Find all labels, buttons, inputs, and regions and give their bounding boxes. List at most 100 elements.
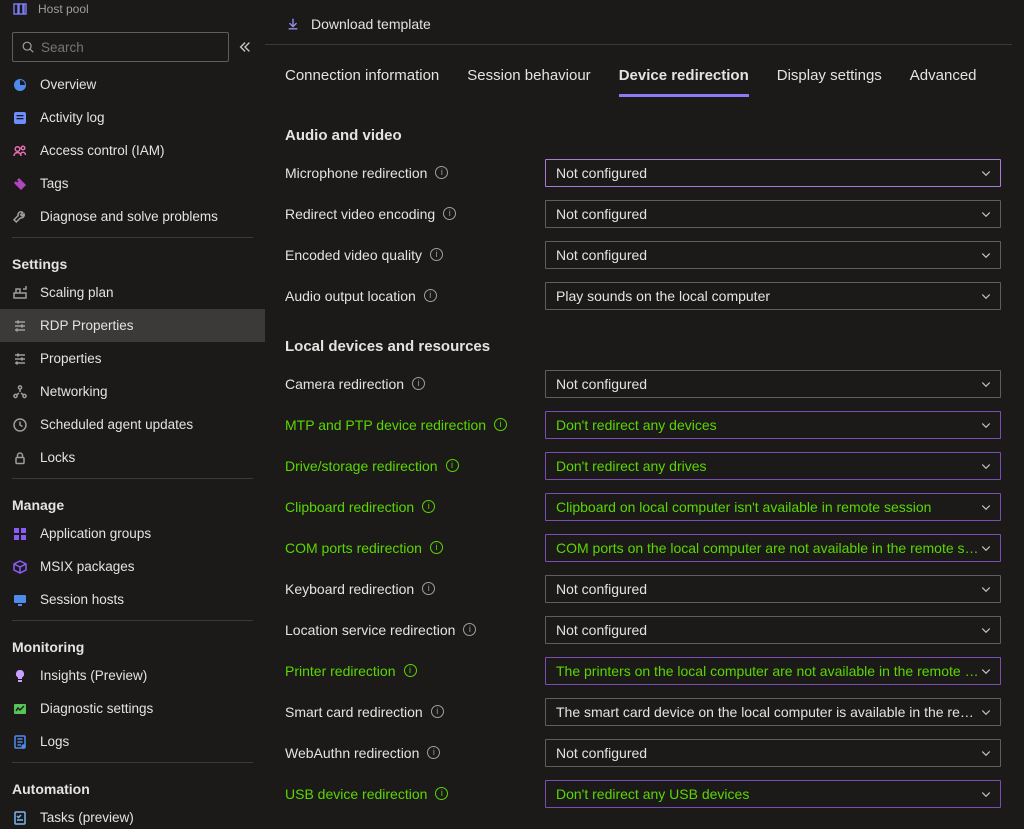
info-icon[interactable]: i (424, 289, 437, 302)
sidebar-search[interactable] (12, 32, 229, 62)
apps-icon (12, 526, 28, 542)
info-icon[interactable]: i (430, 248, 443, 261)
sidebar-item-label: Properties (40, 351, 102, 366)
sidebar-item-label: Activity log (40, 110, 105, 125)
info-icon[interactable]: i (443, 207, 456, 220)
dropdown[interactable]: Play sounds on the local computer (545, 282, 1001, 310)
info-icon[interactable]: i (412, 377, 425, 390)
sidebar-item[interactable]: Diagnostic settings (0, 692, 265, 725)
sidebar-item[interactable]: Overview (0, 68, 265, 101)
dropdown-value: Not configured (556, 376, 980, 392)
form-label: Keyboard redirectioni (285, 581, 545, 597)
dropdown[interactable]: Clipboard on local computer isn't availa… (545, 493, 1001, 521)
dropdown-value: Not configured (556, 622, 980, 638)
dropdown[interactable]: The printers on the local computer are n… (545, 657, 1001, 685)
tab[interactable]: Advanced (910, 67, 977, 97)
breadcrumb: Host pool (0, 0, 265, 24)
info-icon[interactable]: i (435, 166, 448, 179)
form-label: Printer redirectioni (285, 663, 545, 679)
chevron-down-icon (980, 208, 992, 220)
dropdown-value: Not configured (556, 206, 980, 222)
dropdown[interactable]: Not configured (545, 616, 1001, 644)
info-icon[interactable]: i (422, 582, 435, 595)
form-label: Microphone redirectioni (285, 165, 545, 181)
sidebar-item-label: RDP Properties (40, 318, 134, 333)
info-icon[interactable]: i (430, 541, 443, 554)
info-icon[interactable]: i (404, 664, 417, 677)
sidebar-item[interactable]: Networking (0, 375, 265, 408)
info-icon[interactable]: i (422, 500, 435, 513)
sidebar-item[interactable]: Application groups (0, 517, 265, 550)
info-icon[interactable]: i (427, 746, 440, 759)
dropdown[interactable]: Don't redirect any devices (545, 411, 1001, 439)
form-row: Drive/storage redirectioniDon't redirect… (285, 445, 1012, 486)
dropdown-value: Play sounds on the local computer (556, 288, 980, 304)
dropdown[interactable]: Not configured (545, 200, 1001, 228)
dropdown[interactable]: Not configured (545, 159, 1001, 187)
sidebar-item[interactable]: Locks (0, 441, 265, 474)
dropdown[interactable]: Don't redirect any drives (545, 452, 1001, 480)
info-icon[interactable]: i (431, 705, 444, 718)
hostpool-icon (12, 1, 28, 17)
sidebar-item[interactable]: Access control (IAM) (0, 134, 265, 167)
info-icon[interactable]: i (494, 418, 507, 431)
command-bar: Download template (265, 0, 1012, 45)
sidebar-item[interactable]: MSIX packages (0, 550, 265, 583)
chevron-down-icon (980, 378, 992, 390)
tab[interactable]: Display settings (777, 67, 882, 97)
lock-icon (12, 450, 28, 466)
sidebar-item[interactable]: Session hosts (0, 583, 265, 616)
dropdown[interactable]: Not configured (545, 575, 1001, 603)
form-label: Smart card redirectioni (285, 704, 545, 720)
clock-icon (12, 417, 28, 433)
info-icon[interactable]: i (446, 459, 459, 472)
info-icon[interactable]: i (435, 787, 448, 800)
sidebar-item[interactable]: Tasks (preview) (0, 801, 265, 829)
dropdown-value: Not configured (556, 165, 980, 181)
form-label: Audio output locationi (285, 288, 545, 304)
sidebar-item[interactable]: Scaling plan (0, 276, 265, 309)
sidebar-item[interactable]: Logs (0, 725, 265, 758)
tab[interactable]: Device redirection (619, 67, 749, 97)
tasks-icon (12, 810, 28, 826)
sidebar-item[interactable]: Diagnose and solve problems (0, 200, 265, 233)
chevron-down-icon (980, 583, 992, 595)
chevron-down-icon (980, 665, 992, 677)
dropdown[interactable]: COM ports on the local computer are not … (545, 534, 1001, 562)
dropdown[interactable]: Not configured (545, 370, 1001, 398)
sidebar-item[interactable]: RDP Properties (0, 309, 265, 342)
form-row: WebAuthn redirectioniNot configured (285, 732, 1012, 773)
dropdown-value: Don't redirect any devices (556, 417, 980, 433)
dropdown[interactable]: The smart card device on the local compu… (545, 698, 1001, 726)
sidebar-section-title: Settings (0, 242, 265, 276)
scale-icon (12, 285, 28, 301)
dropdown[interactable]: Don't redirect any USB devices (545, 780, 1001, 808)
sidebar-collapse-button[interactable] (237, 34, 253, 60)
dropdown[interactable]: Not configured (545, 241, 1001, 269)
chevron-double-left-icon (238, 40, 252, 54)
download-template-button[interactable]: Download template (311, 16, 431, 32)
sliders-icon (12, 318, 28, 334)
sidebar-item[interactable]: Activity log (0, 101, 265, 134)
sidebar-item-label: MSIX packages (40, 559, 135, 574)
sidebar-item[interactable]: Scheduled agent updates (0, 408, 265, 441)
divider (12, 620, 253, 621)
form-label: WebAuthn redirectioni (285, 745, 545, 761)
main-content: Download template Connection information… (265, 0, 1024, 829)
form-row: Audio output locationi Play sounds on the… (285, 275, 1012, 316)
divider (12, 762, 253, 763)
sidebar-item-label: Access control (IAM) (40, 143, 165, 158)
sidebar-item[interactable]: Insights (Preview) (0, 659, 265, 692)
info-icon[interactable]: i (463, 623, 476, 636)
sidebar-item-label: Networking (40, 384, 108, 399)
tab[interactable]: Connection information (285, 67, 439, 97)
tab[interactable]: Session behaviour (467, 67, 590, 97)
form-label: COM ports redirectioni (285, 540, 545, 556)
activity-icon (12, 110, 28, 126)
dropdown[interactable]: Not configured (545, 739, 1001, 767)
dropdown-value: The smart card device on the local compu… (556, 704, 980, 720)
sidebar-item[interactable]: Tags (0, 167, 265, 200)
search-input[interactable] (35, 39, 220, 56)
sidebar-item[interactable]: Properties (0, 342, 265, 375)
divider (12, 237, 253, 238)
